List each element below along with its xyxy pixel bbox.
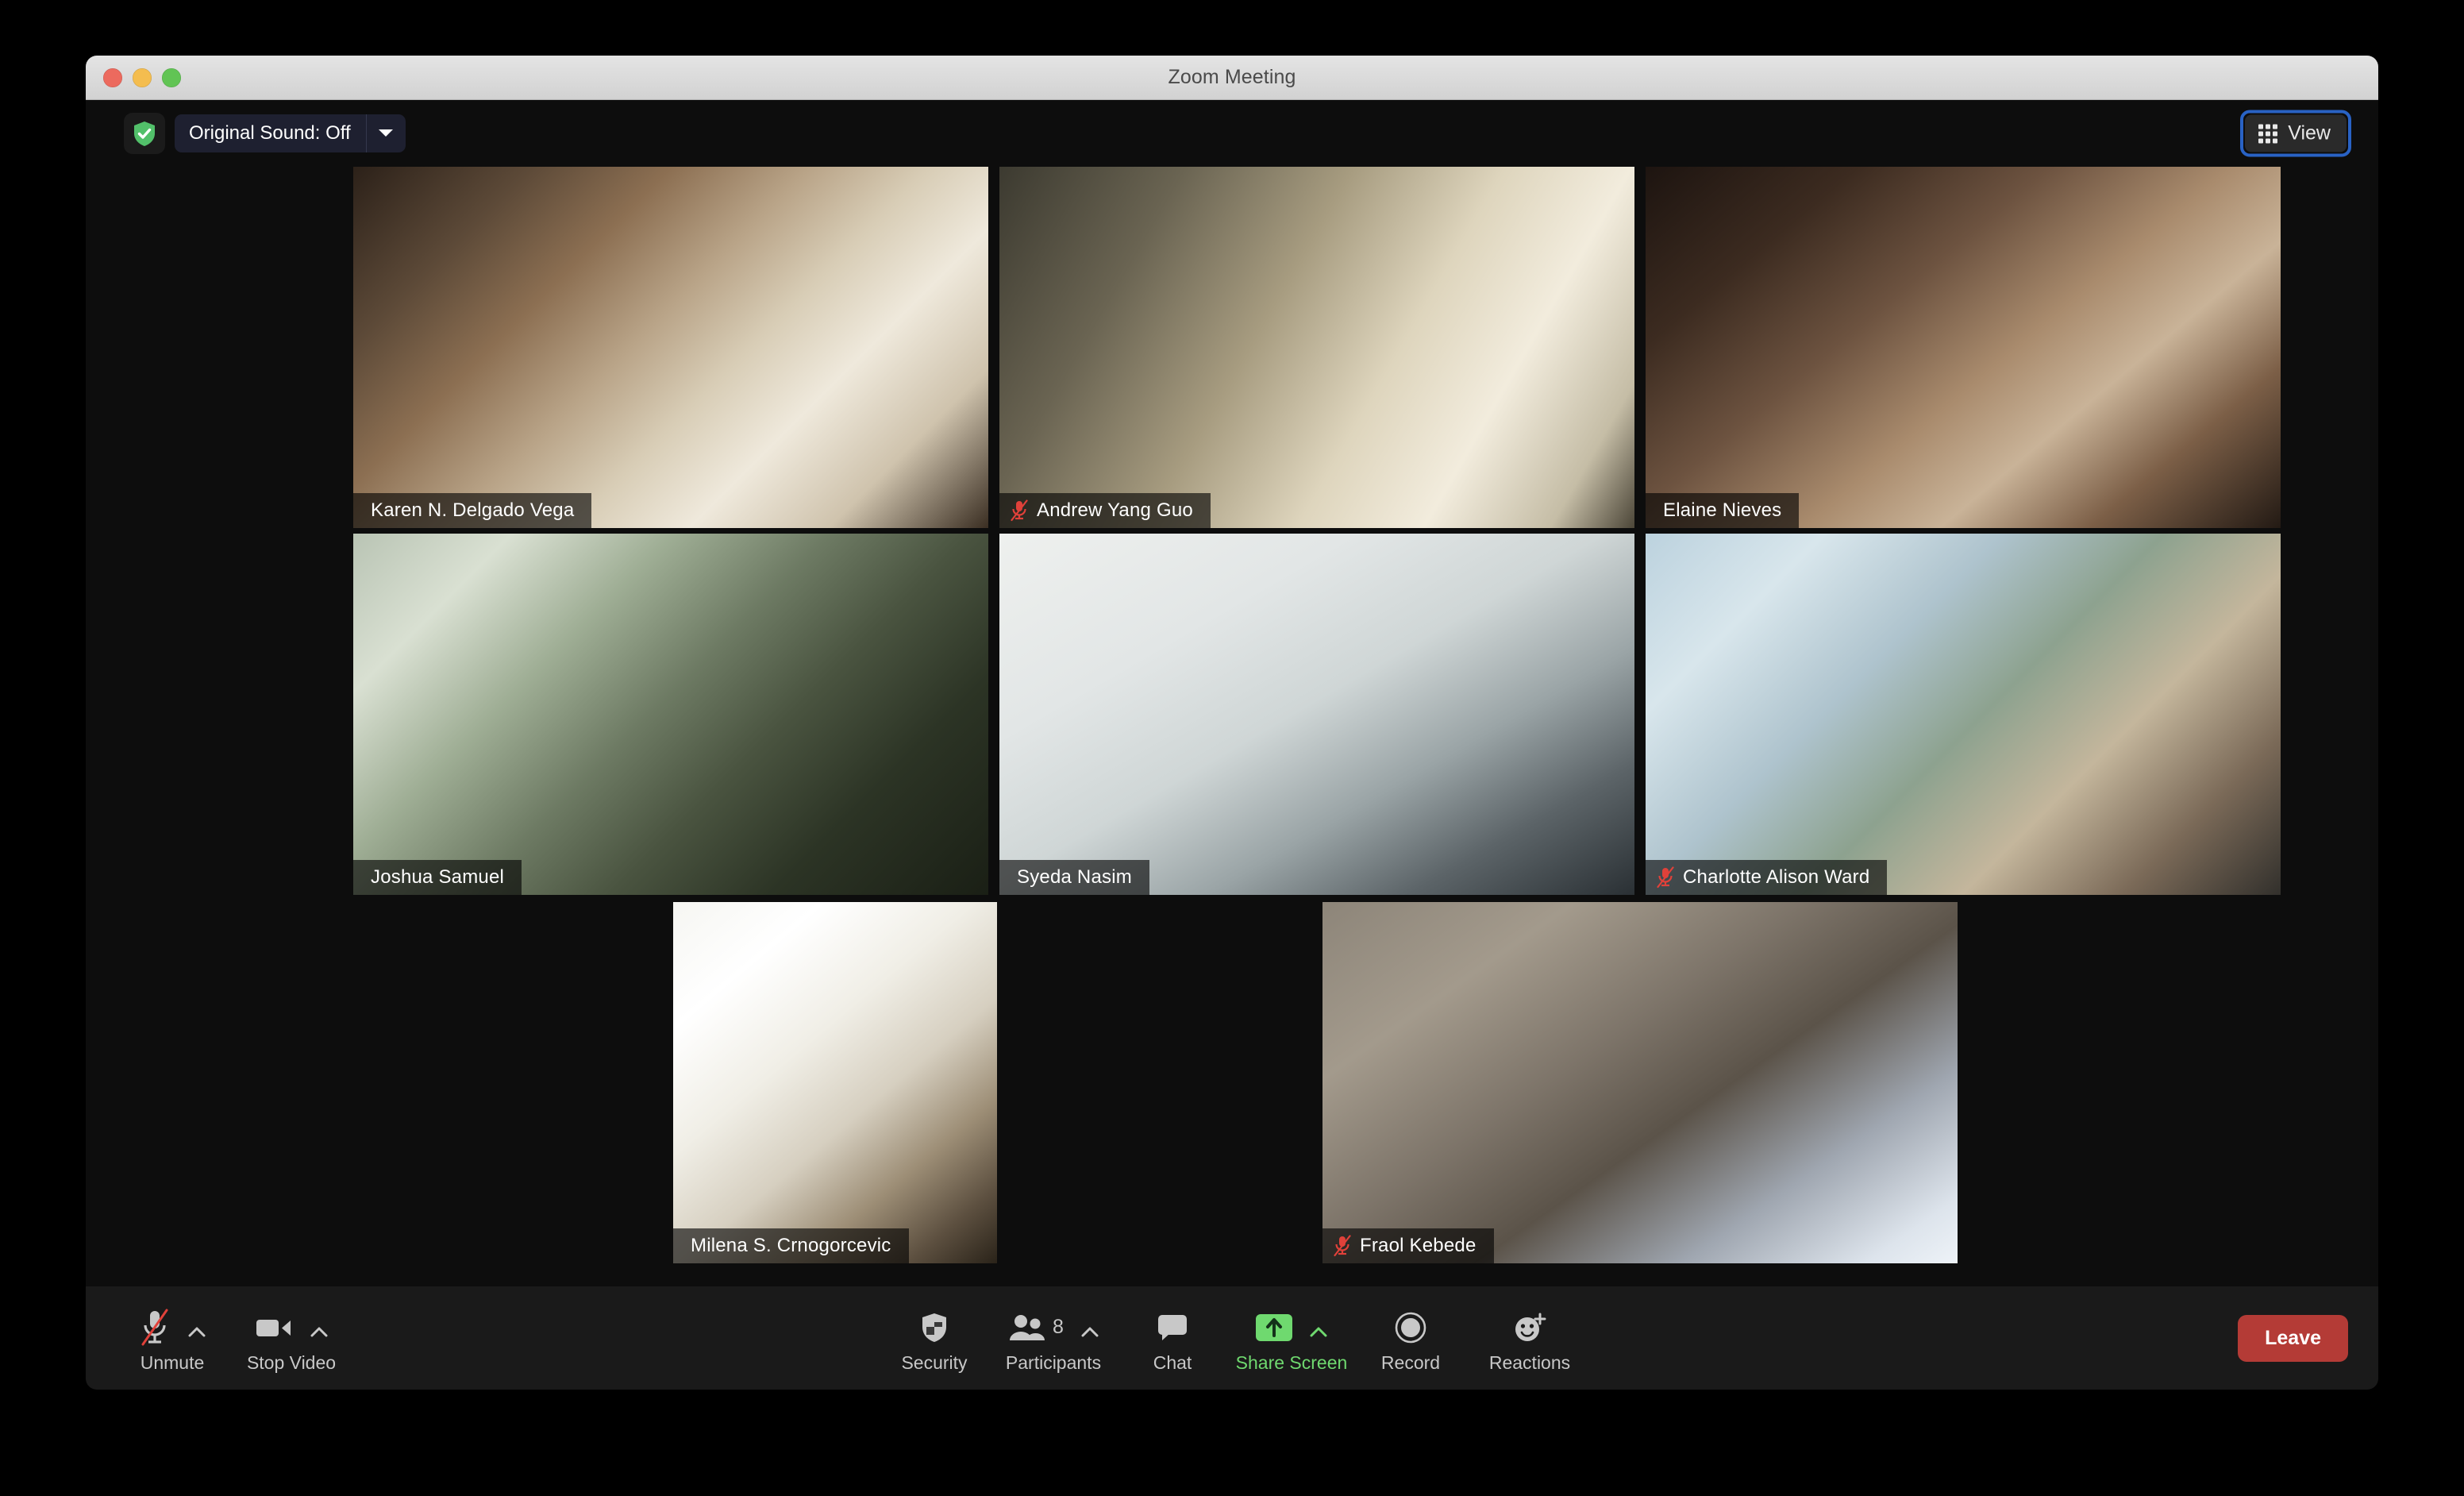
tile-mic-muted-icon <box>1334 1235 1351 1257</box>
minimize-window-button[interactable] <box>133 67 152 87</box>
participant-name: Andrew Yang Guo <box>1037 499 1193 521</box>
participant-name-tag: Joshua Samuel <box>353 860 522 895</box>
toolbar-button-record[interactable]: Record <box>1351 1303 1470 1374</box>
toolbar-icon-row <box>1256 1306 1327 1349</box>
microphone-muted-icon <box>139 1308 171 1348</box>
chat-bubble-icon <box>1157 1313 1188 1342</box>
participant-video <box>1322 902 1958 1263</box>
toolbar-button-security[interactable]: Security <box>875 1303 994 1374</box>
participant-name-tag: Elaine Nieves <box>1646 493 1800 528</box>
video-gallery: Karen N. Delgado Vega Andrew Yang Guo Elai… <box>86 167 2378 1286</box>
toolbar-icon-row <box>255 1306 328 1349</box>
toolbar-button-chat[interactable]: Chat <box>1113 1303 1232 1374</box>
participant-tile[interactable]: Karen N. Delgado Vega <box>353 167 988 528</box>
participant-tile[interactable]: Andrew Yang Guo <box>999 167 1634 528</box>
participant-name-tag: Charlotte Alison Ward <box>1646 860 1888 895</box>
participants-count: 8 <box>1053 1316 1064 1338</box>
window-controls <box>103 67 181 87</box>
reactions-icon <box>1513 1312 1546 1344</box>
participant-video <box>999 534 1634 895</box>
participant-tile[interactable]: Milena S. Crnogorcevic <box>673 902 997 1263</box>
participant-tile[interactable]: Charlotte Alison Ward <box>1646 534 2281 895</box>
chevron-up-icon[interactable] <box>188 1326 206 1337</box>
toolbar-icon-row <box>139 1306 206 1349</box>
tile-mic-muted-icon <box>1011 499 1028 522</box>
participant-name: Fraol Kebede <box>1360 1235 1476 1256</box>
toolbar-button-label: Share Screen <box>1235 1351 1348 1373</box>
toolbar-button-unmute[interactable]: Unmute <box>113 1303 232 1374</box>
original-sound-group: Original Sound: Off <box>124 113 406 154</box>
participant-name: Charlotte Alison Ward <box>1683 866 1870 888</box>
meeting-top-bar: Original Sound: Off View <box>86 100 2378 167</box>
view-button-focus-ring: View <box>2240 110 2351 157</box>
participant-name: Milena S. Crnogorcevic <box>691 1235 891 1256</box>
toolbar-center-group: Security 8 Participants Chat Share Screen Rec… <box>875 1303 1589 1374</box>
participant-video <box>1646 534 2281 895</box>
participant-name: Karen N. Delgado Vega <box>371 499 575 521</box>
toolbar-button-label: Chat <box>1153 1351 1192 1373</box>
chevron-up-icon[interactable] <box>1081 1326 1099 1337</box>
window-title: Zoom Meeting <box>1168 66 1296 88</box>
toolbar-button-label: Participants <box>1005 1351 1102 1373</box>
toolbar-button-label: Security <box>901 1351 968 1373</box>
toolbar-button-stop-video[interactable]: Stop Video <box>232 1303 351 1374</box>
shield-icon <box>921 1312 948 1344</box>
participant-name: Elaine Nieves <box>1663 499 1782 521</box>
participant-video <box>353 534 988 895</box>
participant-video <box>673 902 997 1263</box>
participant-name: Syeda Nasim <box>1017 866 1132 888</box>
toolbar-button-reactions[interactable]: Reactions <box>1470 1303 1589 1374</box>
toolbar-icon-row <box>1395 1306 1426 1349</box>
participant-video <box>353 167 988 528</box>
toolbar-icon-row: 8 <box>1008 1306 1099 1349</box>
original-sound-label: Original Sound: Off <box>189 122 351 144</box>
participant-name-tag: Milena S. Crnogorcevic <box>673 1228 909 1263</box>
share-screen-icon <box>1256 1313 1292 1341</box>
close-window-button[interactable] <box>103 67 122 87</box>
toolbar-button-label: Unmute <box>140 1351 205 1373</box>
tile-mic-muted-icon <box>1657 866 1674 889</box>
zoom-meeting-window: Zoom Meeting Original Sound: Off View Ka… <box>86 56 2378 1390</box>
view-button-label: View <box>2288 121 2331 145</box>
participant-name-tag: Karen N. Delgado Vega <box>353 493 592 528</box>
maximize-window-button[interactable] <box>162 67 181 87</box>
participant-tile[interactable]: Joshua Samuel <box>353 534 988 895</box>
chevron-up-icon[interactable] <box>310 1326 328 1337</box>
participant-tile[interactable]: Fraol Kebede <box>1322 902 1958 1263</box>
meeting-toolbar: Unmute Stop Video Security 8 Participants Ch… <box>86 1286 2378 1390</box>
view-button[interactable]: View <box>2245 114 2347 152</box>
toolbar-right-group: Leave <box>2238 1314 2348 1362</box>
toolbar-button-label: Reactions <box>1488 1351 1571 1373</box>
toolbar-button-share-screen[interactable]: Share Screen <box>1232 1303 1351 1374</box>
chevron-up-icon[interactable] <box>1310 1326 1327 1337</box>
toolbar-icon-row <box>1513 1306 1546 1349</box>
participant-name-tag: Fraol Kebede <box>1322 1228 1494 1263</box>
toolbar-icon-row <box>1157 1306 1188 1349</box>
participant-tile[interactable]: Syeda Nasim <box>999 534 1634 895</box>
original-sound-button[interactable]: Original Sound: Off <box>175 114 406 152</box>
people-icon <box>1008 1313 1046 1342</box>
toolbar-left-group: Unmute Stop Video <box>113 1303 351 1374</box>
leave-meeting-button[interactable]: Leave <box>2238 1314 2348 1362</box>
video-camera-icon <box>255 1314 293 1341</box>
toolbar-icon-row <box>921 1306 948 1349</box>
shield-check-icon <box>124 113 165 154</box>
toolbar-button-label: Record <box>1380 1351 1441 1373</box>
toolbar-button-participants[interactable]: 8 Participants <box>994 1303 1113 1374</box>
record-circle-icon <box>1395 1312 1426 1344</box>
participant-name-tag: Syeda Nasim <box>999 860 1149 895</box>
participant-name-tag: Andrew Yang Guo <box>999 493 1211 528</box>
participant-name: Joshua Samuel <box>371 866 505 888</box>
chevron-down-icon[interactable] <box>365 114 406 152</box>
title-bar: Zoom Meeting <box>86 56 2378 100</box>
participant-tile[interactable]: Elaine Nieves <box>1646 167 2281 528</box>
toolbar-button-label: Stop Video <box>246 1351 337 1373</box>
participant-video <box>1646 167 2281 528</box>
participant-video <box>999 167 1634 528</box>
grid-view-icon <box>2258 124 2278 143</box>
